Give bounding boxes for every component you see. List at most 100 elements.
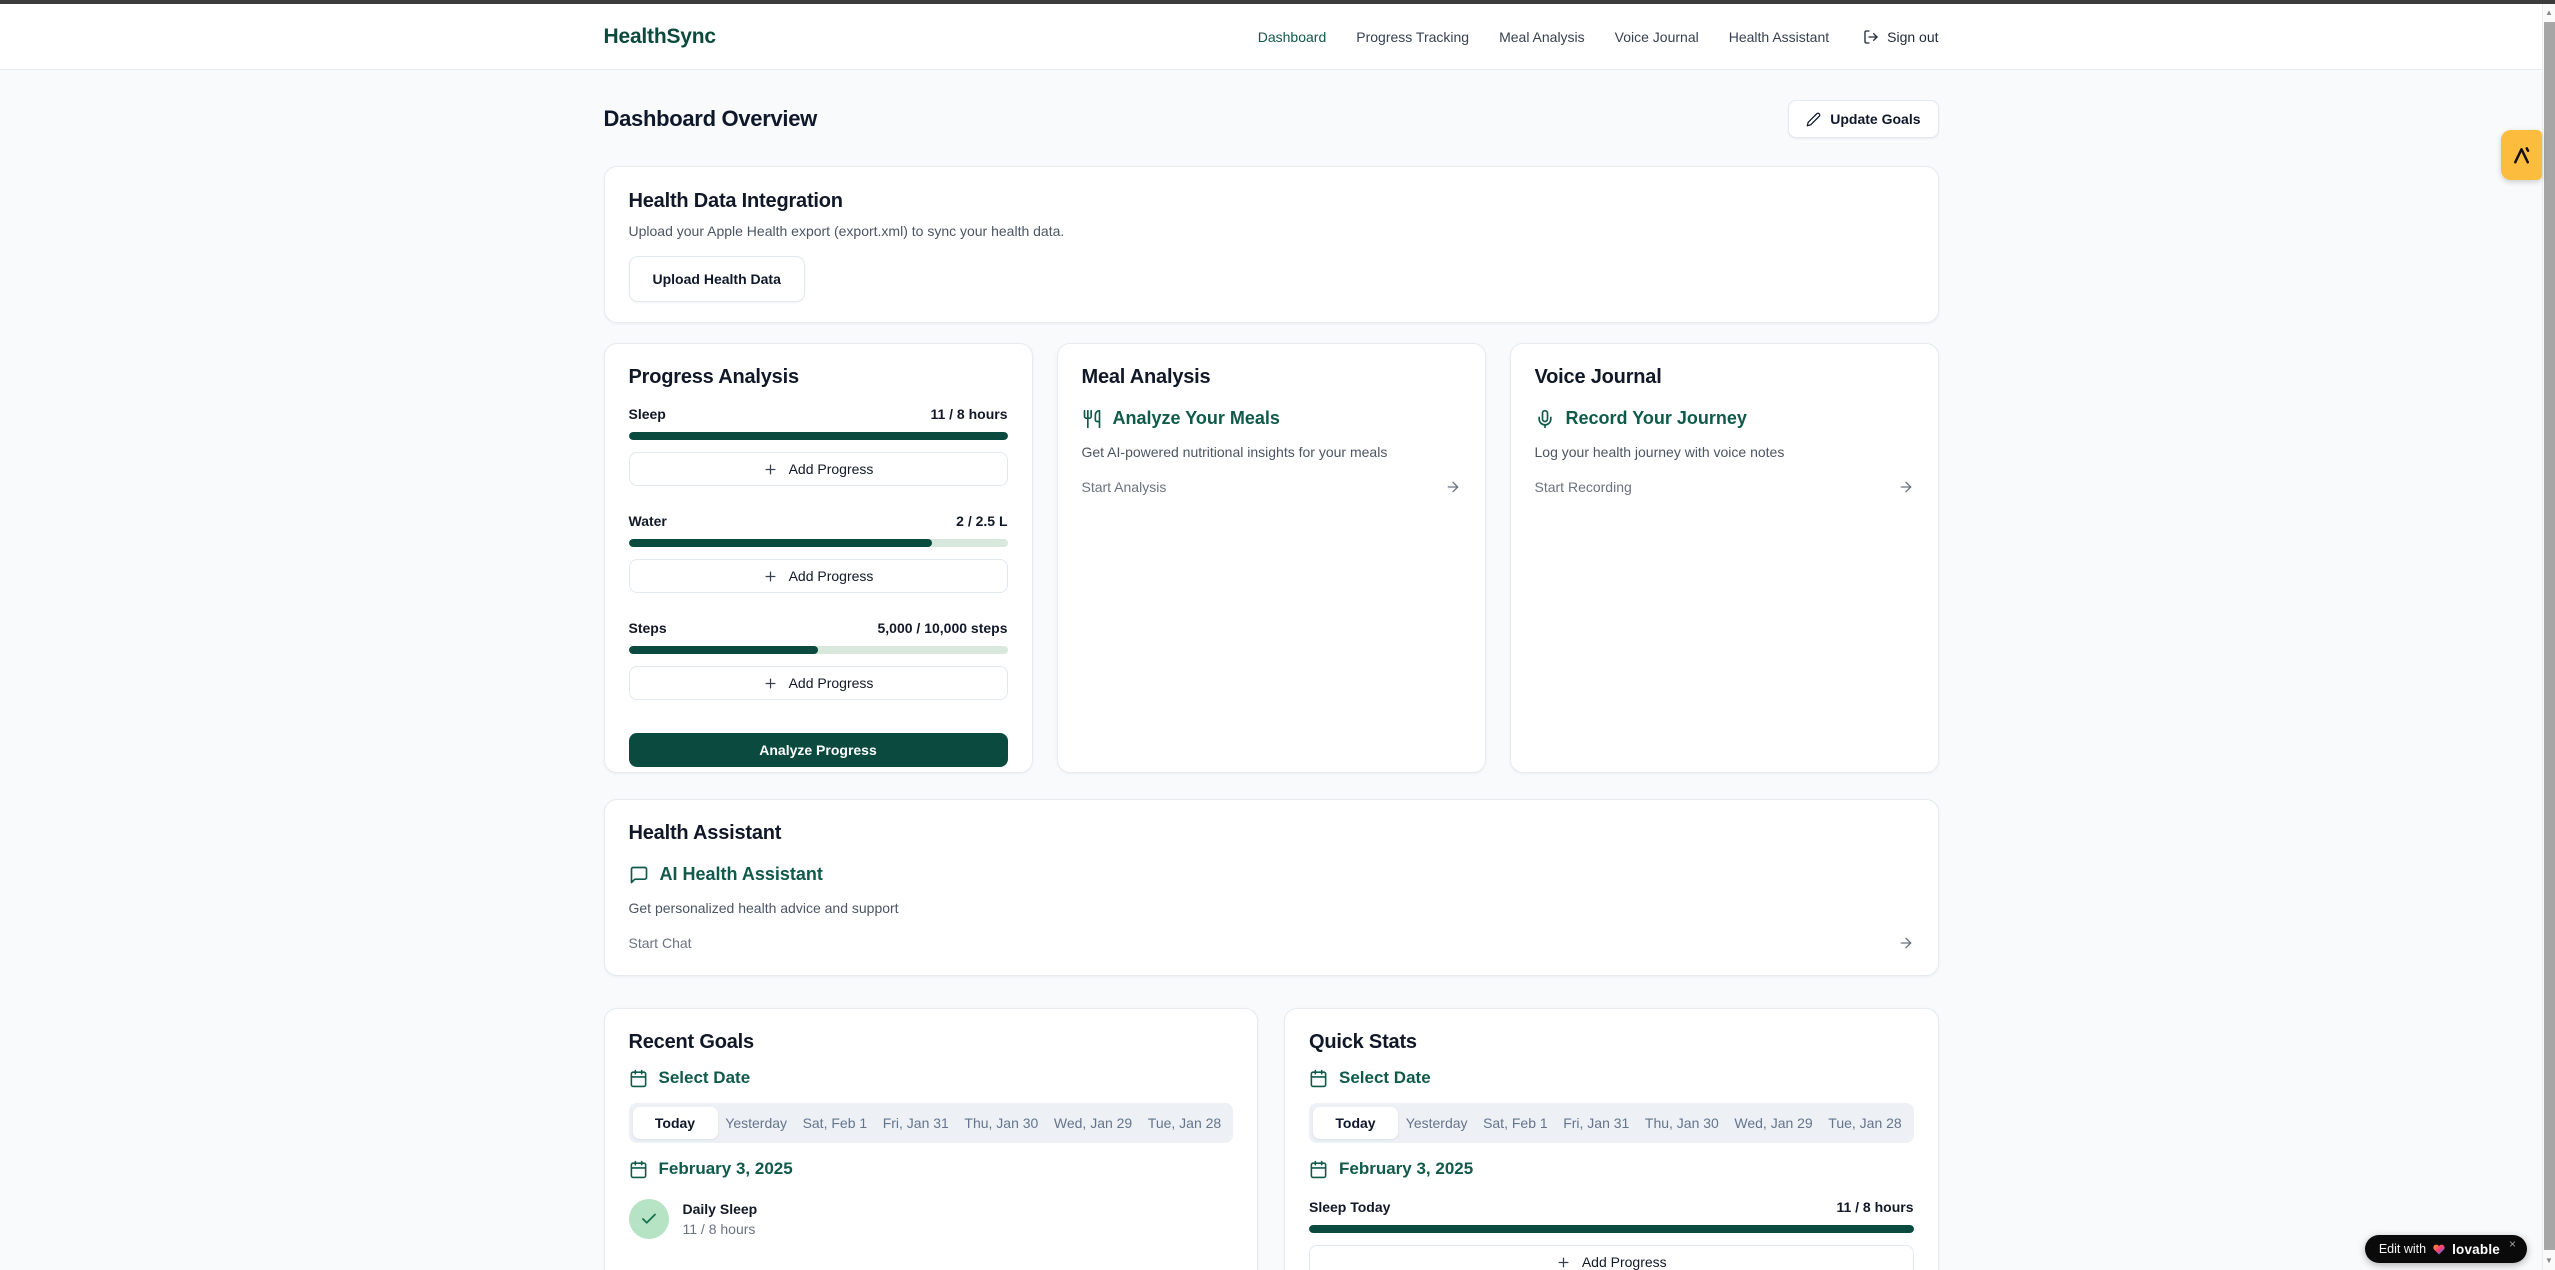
add-progress-sleep-button[interactable]: Add Progress [629, 452, 1008, 486]
date-tab-today[interactable]: Today [1313, 1107, 1398, 1139]
plus-icon [763, 676, 778, 691]
progress-value: 5,000 / 10,000 steps [878, 620, 1008, 636]
date-tab-yesterday[interactable]: Yesterday [718, 1107, 795, 1139]
select-date-label: Select Date [1339, 1068, 1431, 1088]
calendar-icon [1309, 1069, 1328, 1088]
page-scrollbar[interactable]: ▲ ▼ [2542, 4, 2555, 1270]
select-date-button[interactable]: Select Date [629, 1068, 1234, 1088]
select-date-button[interactable]: Select Date [1309, 1068, 1914, 1088]
scrollbar-thumb[interactable] [2544, 22, 2555, 1250]
arrow-right-icon [1445, 479, 1461, 495]
progress-item-steps: Steps 5,000 / 10,000 steps Add Progress [629, 620, 1008, 700]
add-progress-steps-button[interactable]: Add Progress [629, 666, 1008, 700]
add-progress-label: Add Progress [789, 568, 874, 584]
date-tab[interactable]: Sat, Feb 1 [1475, 1107, 1555, 1139]
recent-goals-card: Recent Goals Select Date Today Yesterday… [604, 1008, 1259, 1270]
add-progress-water-button[interactable]: Add Progress [629, 559, 1008, 593]
pencil-icon [1806, 112, 1821, 127]
assistant-card-title: Health Assistant [629, 822, 1914, 845]
add-progress-quick-stats-button[interactable]: Add Progress [1309, 1245, 1914, 1270]
plus-icon [763, 462, 778, 477]
date-tab[interactable]: Fri, Jan 31 [875, 1107, 957, 1139]
nav-voice-journal[interactable]: Voice Journal [1615, 29, 1699, 45]
selected-date-label: February 3, 2025 [1339, 1159, 1473, 1179]
scroll-down-arrow[interactable]: ▼ [2543, 1254, 2555, 1268]
chat-bubble-icon [629, 865, 649, 885]
progress-bar-fill [629, 432, 1008, 440]
scroll-up-arrow[interactable]: ▲ [2543, 6, 2555, 20]
date-tab[interactable]: Tue, Jan 28 [1821, 1107, 1910, 1139]
date-tab[interactable]: Wed, Jan 29 [1727, 1107, 1821, 1139]
lovable-caret-icon [2510, 144, 2533, 167]
progress-item-sleep: Sleep 11 / 8 hours Add Progress [629, 406, 1008, 486]
progress-value: 11 / 8 hours [930, 406, 1007, 422]
heart-icon [2432, 1243, 2446, 1256]
recent-goals-title: Recent Goals [629, 1031, 1234, 1054]
log-out-icon [1863, 29, 1879, 45]
main-nav: Dashboard Progress Tracking Meal Analysi… [1258, 29, 1939, 45]
start-chat-link[interactable]: Start Chat [629, 935, 1914, 951]
lovable-brand-label: lovable [2452, 1242, 2500, 1257]
feature-action-label: Start Recording [1535, 479, 1632, 495]
update-goals-label: Update Goals [1830, 111, 1920, 127]
progress-bar-track [629, 432, 1008, 440]
progress-label: Steps [629, 620, 667, 636]
date-tab-yesterday[interactable]: Yesterday [1398, 1107, 1475, 1139]
feature-action-label: Start Chat [629, 935, 692, 951]
plus-icon [1556, 1255, 1571, 1270]
nav-meal-analysis[interactable]: Meal Analysis [1499, 29, 1585, 45]
date-tab[interactable]: Sat, Feb 1 [795, 1107, 875, 1139]
record-your-journey-link[interactable]: Record Your Journey [1535, 408, 1914, 429]
edit-with-lovable-badge[interactable]: Edit with lovable × [2365, 1235, 2527, 1263]
lovable-side-badge[interactable] [2501, 130, 2542, 180]
select-date-label: Select Date [659, 1068, 751, 1088]
stat-label: Sleep Today [1309, 1199, 1390, 1215]
start-recording-link[interactable]: Start Recording [1535, 479, 1914, 495]
date-tab[interactable]: Thu, Jan 30 [1637, 1107, 1726, 1139]
progress-value: 2 / 2.5 L [956, 513, 1007, 529]
feature-link-label: Analyze Your Meals [1113, 408, 1280, 429]
site-header: HealthSync Dashboard Progress Tracking M… [0, 4, 2542, 70]
healthsync-dashboard-screen: HealthSync Dashboard Progress Tracking M… [0, 0, 2555, 1270]
goal-name: Daily Sleep [683, 1201, 758, 1217]
date-tab[interactable]: Fri, Jan 31 [1555, 1107, 1637, 1139]
meal-card-description: Get AI-powered nutritional insights for … [1082, 444, 1461, 460]
sign-out-label: Sign out [1887, 29, 1938, 45]
upload-health-data-button[interactable]: Upload Health Data [629, 256, 805, 302]
start-analysis-link[interactable]: Start Analysis [1082, 479, 1461, 495]
add-progress-label: Add Progress [789, 675, 874, 691]
selected-date-display[interactable]: February 3, 2025 [629, 1159, 1234, 1179]
ai-health-assistant-link[interactable]: AI Health Assistant [629, 864, 1914, 885]
quick-stats-card: Quick Stats Select Date Today Yesterday … [1284, 1008, 1939, 1270]
selected-date-display[interactable]: February 3, 2025 [1309, 1159, 1914, 1179]
nav-dashboard[interactable]: Dashboard [1258, 29, 1327, 45]
app-logo[interactable]: HealthSync [604, 25, 716, 49]
edit-with-label: Edit with [2379, 1242, 2426, 1256]
feature-link-label: Record Your Journey [1566, 408, 1747, 429]
goal-item-daily-sleep: Daily Sleep 11 / 8 hours [629, 1199, 1234, 1239]
quick-stats-title: Quick Stats [1309, 1031, 1914, 1054]
nav-health-assistant[interactable]: Health Assistant [1729, 29, 1829, 45]
goal-value: 11 / 8 hours [683, 1221, 758, 1237]
meal-card-title: Meal Analysis [1082, 366, 1461, 389]
arrow-right-icon [1898, 479, 1914, 495]
integration-title: Health Data Integration [629, 190, 1914, 213]
microphone-icon [1535, 409, 1555, 429]
voice-card-title: Voice Journal [1535, 366, 1914, 389]
nav-progress-tracking[interactable]: Progress Tracking [1356, 29, 1469, 45]
date-tabs: Today Yesterday Sat, Feb 1 Fri, Jan 31 T… [629, 1103, 1234, 1143]
check-icon [640, 1210, 658, 1228]
close-icon[interactable]: × [2509, 1237, 2516, 1251]
analyze-progress-button[interactable]: Analyze Progress [629, 733, 1008, 767]
add-progress-label: Add Progress [789, 461, 874, 477]
date-tab-today[interactable]: Today [633, 1107, 718, 1139]
voice-journal-card: Voice Journal Record Your Journey Log yo… [1510, 343, 1939, 773]
integration-description: Upload your Apple Health export (export.… [629, 223, 1914, 239]
update-goals-button[interactable]: Update Goals [1788, 100, 1938, 138]
date-tab[interactable]: Thu, Jan 30 [957, 1107, 1046, 1139]
date-tabs: Today Yesterday Sat, Feb 1 Fri, Jan 31 T… [1309, 1103, 1914, 1143]
date-tab[interactable]: Wed, Jan 29 [1046, 1107, 1140, 1139]
sign-out-button[interactable]: Sign out [1863, 29, 1938, 45]
date-tab[interactable]: Tue, Jan 28 [1140, 1107, 1229, 1139]
analyze-your-meals-link[interactable]: Analyze Your Meals [1082, 408, 1461, 429]
